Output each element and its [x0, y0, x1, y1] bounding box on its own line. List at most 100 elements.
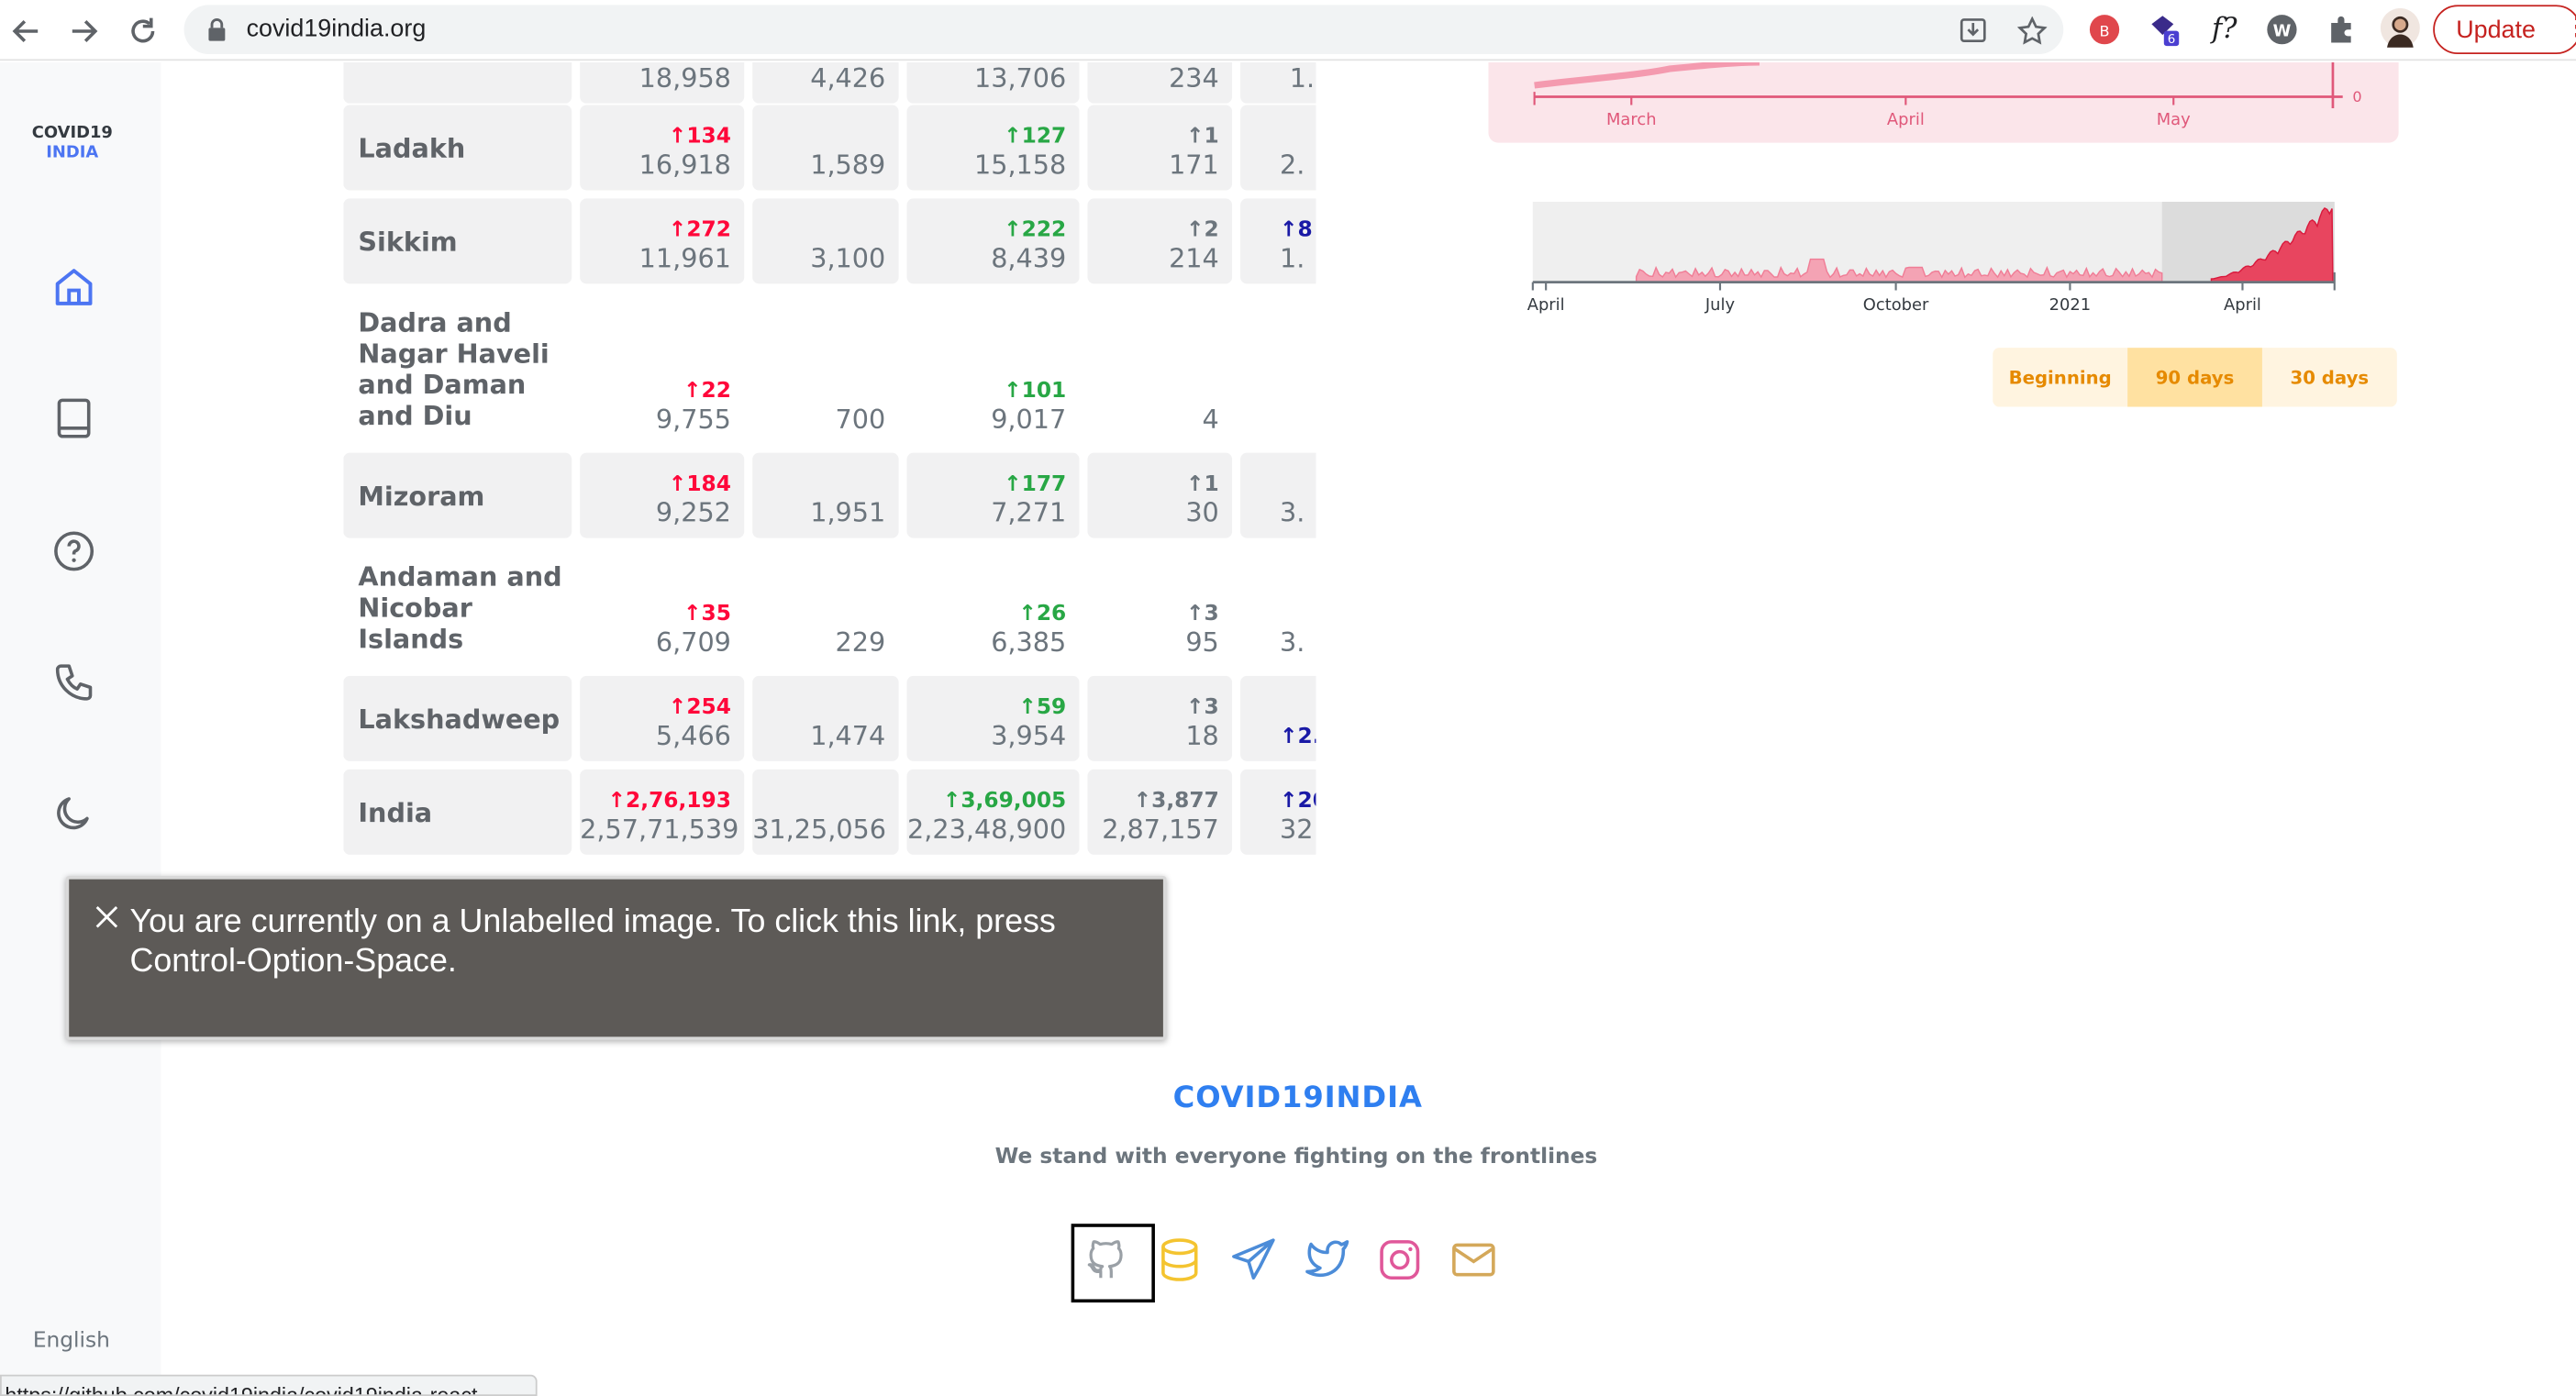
bookmark-star-icon[interactable]: [2017, 16, 2048, 46]
recovered-value: 13,706: [973, 61, 1067, 94]
brush-label-october: October: [1863, 295, 1929, 315]
phone-icon[interactable]: [50, 658, 99, 707]
table-row[interactable]: Dadra and Nagar Haveli and Daman and Diu…: [343, 292, 1316, 444]
link-status-bar: https://github.com/covid19india/covid19i…: [0, 1374, 538, 1396]
voiceover-message: You are currently on a Unlabelled image.…: [129, 903, 1056, 980]
recovered-cell: ↑3,69,005 2,23,48,900: [906, 769, 1080, 855]
active-cell: 1,589: [752, 105, 899, 191]
github-icon[interactable]: [1081, 1234, 1133, 1286]
confirmed-delta: ↑184: [668, 472, 731, 497]
more-menu-icon[interactable]: ⋮: [2564, 12, 2576, 40]
voiceover-caption-panel: You are currently on a Unlabelled image.…: [65, 876, 1167, 1040]
reload-button[interactable]: [122, 10, 165, 53]
extension-red-icon[interactable]: B: [2088, 13, 2121, 46]
brush-label-april: April: [1527, 295, 1565, 315]
state-name[interactable]: Sikkim: [343, 198, 572, 284]
install-app-icon[interactable]: [1959, 17, 1988, 46]
profile-avatar[interactable]: [2380, 7, 2420, 48]
axis-label-april: April: [1887, 110, 1925, 129]
deceased-value: 2,87,157: [1102, 814, 1219, 846]
deceased-cell: ↑1 171: [1087, 105, 1233, 191]
footer-brand[interactable]: COVID19INDIA: [1134, 1081, 1462, 1116]
deceased-delta: ↑3: [1186, 602, 1219, 627]
confirmed-value: 16,918: [638, 149, 731, 181]
table-row[interactable]: India ↑2,76,193 2,57,71,539 31,25,056 ↑3,69,…: [343, 769, 1316, 855]
table-row[interactable]: Lakshadweep↑2545,4661,474↑593,954↑318↑2.: [343, 675, 1316, 761]
extension-w-icon[interactable]: W: [2266, 13, 2299, 46]
address-bar[interactable]: covid19india.org: [183, 5, 2064, 55]
timeseries-line: [1534, 59, 1760, 89]
active-value: 1,474: [810, 720, 886, 752]
extensions-puzzle-icon[interactable]: [2325, 13, 2358, 46]
brush-chart[interactable]: April July October 2021 April: [1488, 181, 2398, 328]
browser-toolbar: covid19india.org B 6 f? W Update ⋮: [0, 0, 2576, 61]
active-cell: 229: [752, 547, 898, 668]
state-name[interactable]: Andaman and Nicobar Islands: [343, 547, 572, 668]
recovered-value: 7,271: [991, 496, 1067, 528]
telegram-icon[interactable]: [1227, 1234, 1280, 1286]
range-beginning-button[interactable]: Beginning: [1993, 348, 2128, 407]
recovered-value: 6,385: [991, 626, 1067, 659]
table-row[interactable]: Ladakh ↑134 16,918 1,589 ↑127 15,158 ↑1 171 2.: [343, 105, 1316, 191]
confirmed-delta: ↑2,76,193: [607, 789, 731, 814]
language-selector[interactable]: English: [33, 1329, 110, 1354]
timeseries-chart[interactable]: March April May 0: [1488, 59, 2399, 143]
active-cell: 31,25,056: [752, 769, 899, 855]
svg-text:W: W: [2273, 21, 2292, 40]
state-name[interactable]: Ladakh: [343, 105, 572, 191]
svg-text:B: B: [2100, 22, 2110, 39]
extra-delta: ↑2.: [1280, 725, 1316, 750]
deceased-delta: ↑1: [1186, 472, 1219, 497]
extra-cell: 3.: [1240, 547, 1316, 668]
extra-value: 1.: [1280, 242, 1305, 274]
extra-value: 3.: [1280, 626, 1305, 659]
deceased-value: 214: [1169, 242, 1219, 274]
footer-tagline: We stand with everyone fighting on the f…: [994, 1145, 1598, 1170]
confirmed-delta: ↑254: [668, 695, 731, 721]
extension-fx-icon[interactable]: f?: [2208, 13, 2241, 46]
confirmed-cell: ↑254 5,466: [580, 675, 745, 761]
range-30-days-button[interactable]: 30 days: [2261, 348, 2397, 407]
active-cell: 1,474: [752, 675, 899, 761]
book-icon[interactable]: [50, 393, 99, 443]
extra-cell: ↑20.32.2: [1240, 769, 1316, 855]
instagram-icon[interactable]: [1373, 1234, 1426, 1286]
home-icon[interactable]: [50, 262, 99, 312]
confirmed-cell: ↑184 9,252: [580, 452, 745, 538]
table-row[interactable]: Mizoram ↑184 9,252 1,951 ↑177 7,271 ↑1 30 3.: [343, 452, 1316, 538]
brand-line1: COVID19: [31, 124, 113, 143]
range-90-days-button[interactable]: 90 days: [2127, 348, 2262, 407]
twitter-icon[interactable]: [1300, 1234, 1352, 1286]
brush-label-2021: 2021: [2049, 295, 2092, 315]
state-name[interactable]: Mizoram: [343, 452, 572, 538]
deceased-cell: 4: [1088, 292, 1233, 444]
mail-icon[interactable]: [1448, 1234, 1500, 1286]
extension-badge-icon[interactable]: 6: [2149, 13, 2182, 47]
deceased-delta: ↑1: [1186, 124, 1219, 150]
state-name[interactable]: Lakshadweep: [343, 675, 572, 761]
database-icon[interactable]: [1153, 1234, 1205, 1286]
help-icon[interactable]: [50, 526, 99, 576]
confirmed-value: 18,958: [638, 61, 731, 94]
confirmed-cell: ↑134 16,918: [580, 105, 745, 191]
table-row[interactable]: Andaman and Nicobar Islands ↑35 6,709 229 ↑2…: [343, 547, 1316, 668]
confirmed-value: 2,57,71,539: [580, 814, 739, 846]
deceased-value: 171: [1169, 149, 1219, 181]
back-button[interactable]: [5, 10, 48, 53]
forward-button[interactable]: [62, 10, 105, 53]
active-value: 1,589: [810, 149, 886, 181]
table-row[interactable]: Sikkim ↑272 11,961 3,100 ↑222 8,439 ↑2 214 ↑8 1.: [343, 198, 1316, 284]
active-value: 700: [835, 403, 886, 435]
close-icon[interactable]: [95, 905, 118, 928]
state-name[interactable]: Dadra and Nagar Haveli and Daman and Diu: [343, 292, 572, 444]
deceased-cell: ↑3,877 2,87,157: [1087, 769, 1233, 855]
svg-text:6: 6: [2168, 33, 2176, 47]
deceased-value: 18: [1185, 720, 1219, 752]
confirmed-cell: ↑272 11,961: [580, 198, 745, 284]
confirmed-value: 5,466: [655, 720, 731, 752]
deceased-value: 4: [1202, 403, 1219, 435]
update-button[interactable]: Update ⋮: [2433, 5, 2576, 55]
deceased-value: 95: [1185, 626, 1219, 659]
dark-mode-moon-icon[interactable]: [50, 789, 99, 838]
state-name[interactable]: India: [343, 769, 572, 855]
